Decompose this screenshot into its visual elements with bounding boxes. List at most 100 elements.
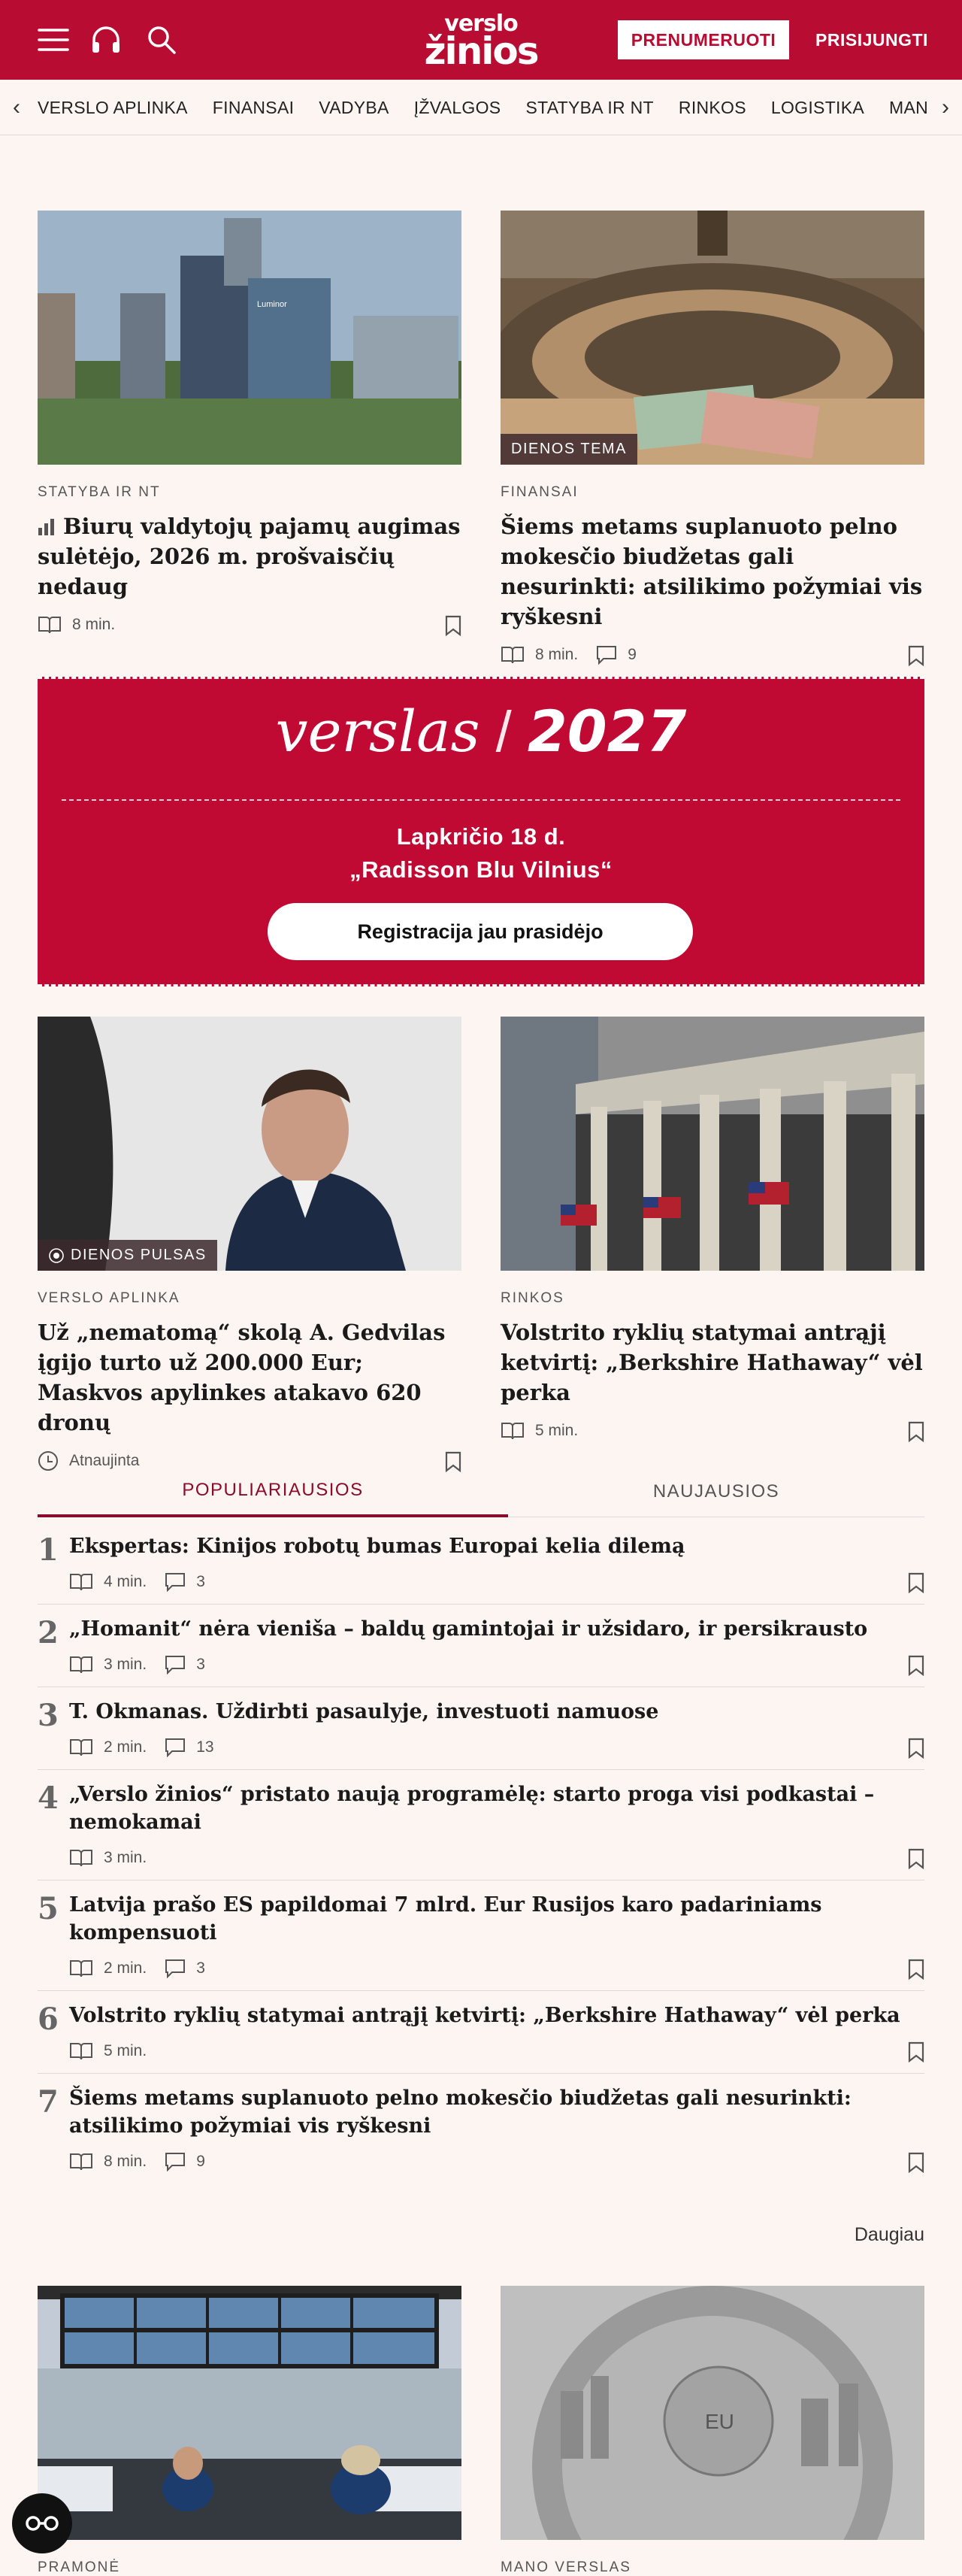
popular-item-title[interactable]: Latvija prašo ES papildomai 7 mlrd. Eur … [69,1891,924,1947]
bookmark-icon[interactable] [445,615,461,636]
menu-icon[interactable] [36,23,71,57]
comment-icon [165,1959,186,1978]
book-icon [38,617,61,634]
article-meta: 3 min. 3 [69,1653,924,1676]
bookmark-icon[interactable] [908,2152,924,2173]
article-card[interactable]: DIENOS PULSAS VERSLO APLINKA Už „nematom… [38,1017,461,1472]
article-meta: 8 min. 9 [501,644,924,666]
article-title[interactable]: Už „nematomą“ skolą A. Gedvilas įgijo tu… [38,1317,461,1438]
subscribe-button[interactable]: PRENUMERUOTI [618,20,789,59]
read-time: 2 min. [104,1738,147,1756]
event-banner[interactable]: verslas / 2027 Lapkričio 18 d. „Radisson… [38,677,924,986]
more-link[interactable]: Daugiau [855,2224,924,2246]
nav-item-rinkos[interactable]: RINKOS [679,98,746,118]
popular-item-title[interactable]: „Homanit“ nėra vieniša – baldų gamintoja… [69,1615,924,1643]
article-kicker[interactable]: VERSLO APLINKA [38,1290,461,1307]
book-icon [70,2043,92,2060]
article-kicker[interactable]: RINKOS [501,1290,924,1307]
book-icon [501,1423,524,1440]
banner-brand: verslas / 2027 [275,698,687,765]
badge-dienos-pulsas: DIENOS PULSAS [38,1240,217,1271]
nav-item-statyba-ir-nt[interactable]: STATYBA IR NT [525,98,653,118]
read-time: 8 min. [535,646,579,663]
popular-list-item[interactable]: 2 „Homanit“ nėra vieniša – baldų gamintoj… [38,1605,924,1687]
tab-latest[interactable]: NAUJAUSIOS [508,1466,924,1517]
popular-list-item[interactable]: 1 Ekspertas: Kinijos robotų bumas Europai… [38,1522,924,1605]
comment-count: 9 [196,2153,205,2170]
article-title[interactable]: Volstrito ryklių statymai antrąjį ketvir… [501,1317,924,1408]
popular-list-item[interactable]: 4 „Verslo žinios“ pristato naują programė… [38,1770,924,1880]
headphones-icon[interactable] [89,23,123,57]
registration-button[interactable]: Registracija jau prasidėjo [268,903,693,960]
popular-item-title[interactable]: Ekspertas: Kinijos robotų bumas Europai … [69,1532,924,1560]
bookmark-icon[interactable] [908,1421,924,1442]
article-card[interactable]: PRAMONĖ [38,2286,461,2576]
popular-list-item[interactable]: 5 Latvija prašo ES papildomai 7 mlrd. Eur… [38,1880,924,1991]
article-kicker[interactable]: FINANSAI [501,484,924,501]
banner-date: Lapkričio 18 d. „Radisson Blu Vilnius“ [349,823,613,883]
popular-item-title[interactable]: „Verslo žinios“ pristato naują programėl… [69,1780,924,1836]
article-card[interactable]: DIENOS TEMA FINANSAI Šiems metams suplan… [501,211,924,666]
read-time: 8 min. [104,2153,147,2170]
comment-count: 13 [196,1738,214,1756]
bookmark-icon[interactable] [908,1848,924,1869]
rank-number: 6 [38,2002,59,2037]
read-time: 5 min. [535,1422,579,1439]
bookmark-icon[interactable] [908,1959,924,1980]
chevron-right-icon[interactable]: › [929,80,962,135]
article-card[interactable]: RINKOS Volstrito ryklių statymai antrąjį… [501,1017,924,1442]
article-title[interactable]: Biurų valdytojų pajamų augimas sulėtėjo,… [38,511,461,602]
rank-number: 7 [38,2084,59,2120]
read-time: 2 min. [104,1959,147,1977]
article-meta: 8 min. 9 [69,2150,924,2173]
chevron-left-icon[interactable]: ‹ [0,80,33,135]
article-image[interactable]: Luminor [38,211,461,465]
bookmark-icon[interactable] [908,1655,924,1676]
glasses-icon [26,2516,59,2531]
article-image[interactable]: DIENOS TEMA [501,211,924,465]
article-meta: 5 min. [69,2040,924,2062]
nav-item-vadyba[interactable]: VADYBA [319,98,389,118]
article-image[interactable]: DIENOS PULSAS [38,1017,461,1271]
article-meta: 5 min. [501,1420,924,1442]
nav-item-finansai[interactable]: FINANSAI [213,98,294,118]
article-title[interactable]: Šiems metams suplanuoto pelno mokesčio b… [501,511,924,632]
popular-item-title[interactable]: Volstrito ryklių statymai antrąjį ketvir… [69,2002,924,2029]
search-icon[interactable] [144,23,179,57]
login-button[interactable]: PRISIJUNGTI [797,20,947,59]
book-icon [501,647,524,664]
article-image[interactable]: EU [501,2286,924,2540]
article-kicker[interactable]: STATYBA IR NT [38,484,461,501]
tab-popular[interactable]: POPULIARIAUSIOS [38,1466,508,1517]
pulse-icon [49,1247,64,1263]
article-kicker[interactable]: MANO VERSLAS [501,2559,924,2576]
comment-icon [165,1573,186,1592]
bookmark-icon[interactable] [908,645,924,666]
article-card[interactable]: EU MANO VERSLAS [501,2286,924,2576]
article-kicker[interactable]: PRAMONĖ [38,2559,461,2576]
article-image[interactable] [38,2286,461,2540]
chart-icon [38,519,54,535]
article-meta: 8 min. [38,614,461,636]
article-card[interactable]: Luminor STATYBA IR NT Biurų valdytojų pa… [38,211,461,636]
popular-list-item[interactable]: 7 Šiems metams suplanuoto pelno mokesčio … [38,2074,924,2184]
nav-item-logistika[interactable]: LOGISTIKA [771,98,864,118]
book-icon [70,1574,92,1591]
popular-item-title[interactable]: T. Okmanas. Uždirbti pasaulyje, investuo… [69,1698,924,1726]
site-logo[interactable]: verslo žinios [412,13,550,71]
book-icon [70,1960,92,1977]
rank-number: 2 [38,1615,59,1650]
popular-list-item[interactable]: 3 T. Okmanas. Uždirbti pasaulyje, investu… [38,1687,924,1770]
accessibility-button[interactable] [12,2493,72,2553]
popular-list-item[interactable]: 6 Volstrito ryklių statymai antrąjį ketvi… [38,1991,924,2074]
nav-item-verslo-aplinka[interactable]: VERSLO APLINKA [38,98,188,118]
comment-count: 9 [628,646,637,663]
book-icon [70,1850,92,1867]
bookmark-icon[interactable] [908,2041,924,2062]
bookmark-icon[interactable] [908,1738,924,1759]
bookmark-icon[interactable] [908,1572,924,1593]
book-icon [70,1739,92,1756]
nav-item-izvalgos[interactable]: ĮŽVALGOS [414,98,501,118]
article-image[interactable] [501,1017,924,1271]
popular-item-title[interactable]: Šiems metams suplanuoto pelno mokesčio b… [69,2084,924,2140]
